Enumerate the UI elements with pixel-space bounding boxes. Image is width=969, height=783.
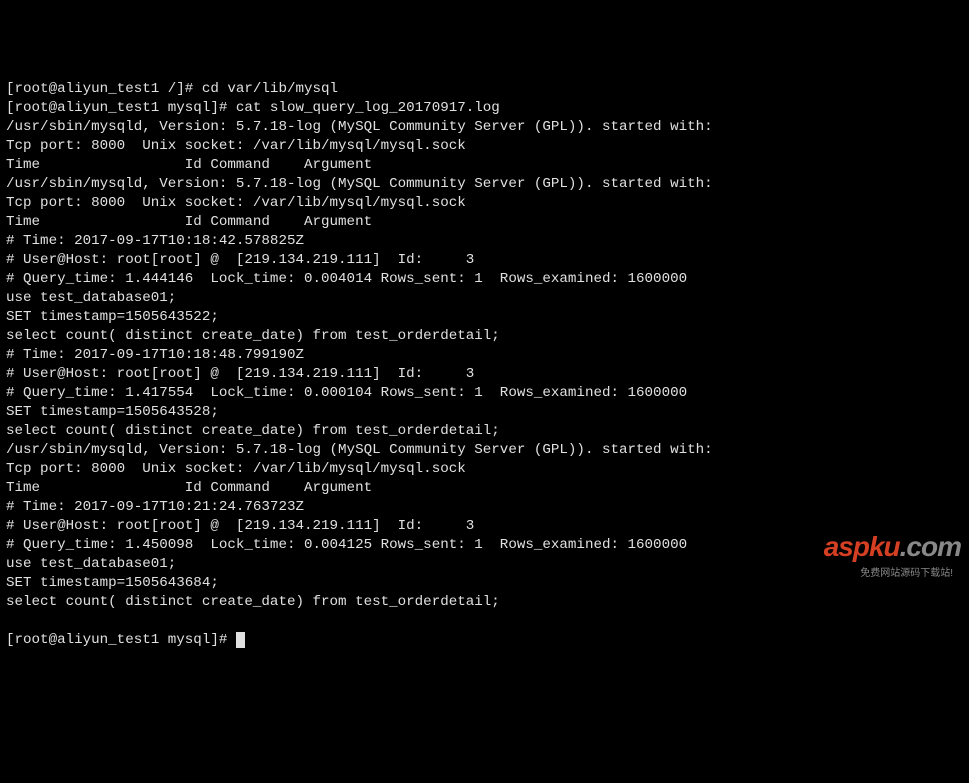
terminal-line: # Time: 2017-09-17T10:18:42.578825Z	[6, 232, 963, 251]
terminal-line: SET timestamp=1505643522;	[6, 308, 963, 327]
terminal-line: [root@aliyun_test1 mysql]# cat slow_quer…	[6, 99, 963, 118]
terminal-line: # Time: 2017-09-17T10:21:24.763723Z	[6, 498, 963, 517]
terminal-line: # Query_time: 1.417554 Lock_time: 0.0001…	[6, 384, 963, 403]
terminal-line: Tcp port: 8000 Unix socket: /var/lib/mys…	[6, 137, 963, 156]
watermark-logo: aspku.com 免费网站源码下载站!	[810, 518, 961, 575]
terminal-line: /usr/sbin/mysqld, Version: 5.7.18-log (M…	[6, 441, 963, 460]
watermark-subtitle: 免费网站源码下载站!	[860, 564, 953, 583]
terminal-line: # Query_time: 1.444146 Lock_time: 0.0040…	[6, 270, 963, 289]
terminal-line: Tcp port: 8000 Unix socket: /var/lib/mys…	[6, 460, 963, 479]
terminal-line: # Time: 2017-09-17T10:18:48.799190Z	[6, 346, 963, 365]
terminal-line: # User@Host: root[root] @ [219.134.219.1…	[6, 365, 963, 384]
terminal-prompt: [root@aliyun_test1 mysql]#	[6, 632, 236, 648]
terminal-line: SET timestamp=1505643528;	[6, 403, 963, 422]
terminal-line: Time Id Command Argument	[6, 213, 963, 232]
terminal-line: # User@Host: root[root] @ [219.134.219.1…	[6, 251, 963, 270]
terminal-line: Time Id Command Argument	[6, 156, 963, 175]
terminal-line: select count( distinct create_date) from…	[6, 422, 963, 441]
terminal-line: Time Id Command Argument	[6, 479, 963, 498]
terminal-line: Tcp port: 8000 Unix socket: /var/lib/mys…	[6, 194, 963, 213]
terminal-line: select count( distinct create_date) from…	[6, 593, 963, 612]
terminal-line: /usr/sbin/mysqld, Version: 5.7.18-log (M…	[6, 175, 963, 194]
terminal-line: /usr/sbin/mysqld, Version: 5.7.18-log (M…	[6, 118, 963, 137]
watermark-red: aspku	[824, 531, 900, 562]
watermark-grey: .com	[900, 531, 961, 562]
terminal-line: select count( distinct create_date) from…	[6, 327, 963, 346]
terminal-prompt-line[interactable]: [root@aliyun_test1 mysql]#	[6, 631, 963, 650]
terminal-line: use test_database01;	[6, 289, 963, 308]
terminal-cursor	[236, 632, 245, 648]
terminal-line: [root@aliyun_test1 /]# cd var/lib/mysql	[6, 80, 963, 99]
